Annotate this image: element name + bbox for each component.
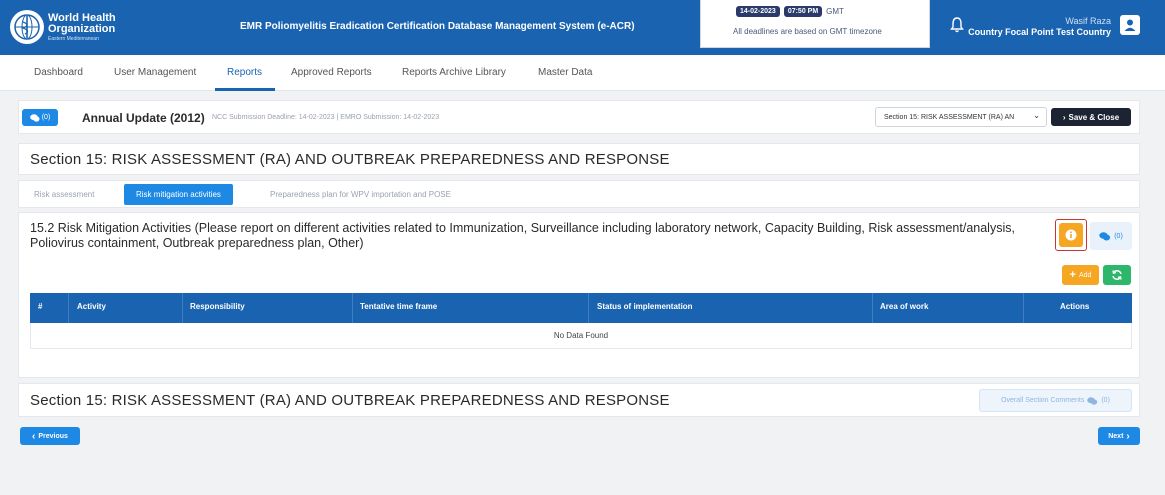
next-button[interactable]: Next › [1098,427,1140,445]
column-header-responsibility: Responsibility [190,302,245,311]
info-button-highlight [1055,219,1087,251]
chevron-right-icon: › [1126,430,1130,442]
previous-label: Previous [38,432,68,440]
chevron-right-icon: › [1062,112,1066,122]
chevron-down-icon: ⌄ [1033,111,1040,120]
avatar[interactable] [1120,15,1140,35]
section-footer-title: Section 15: RISK ASSESSMENT (RA) AND OUT… [30,392,670,409]
column-header-number: # [38,302,43,311]
report-comment-count: (0) [41,114,51,121]
activities-table-empty-row: No Data Found [30,323,1132,349]
save-close-button[interactable]: › Save & Close [1051,108,1131,126]
overall-section-comments-button[interactable]: Overall Section Comments (0) [979,389,1132,412]
user-name: Wasif Raza [1065,16,1111,26]
section-title: Section 15: RISK ASSESSMENT (RA) AND OUT… [30,151,670,168]
deadline-note: All deadlines are based on GMT timezone [733,27,882,36]
tab-risk-assessment[interactable]: Risk assessment [34,184,94,205]
bell-icon[interactable] [948,16,966,34]
add-label: Add [1078,271,1092,279]
nav-item-approved-reports[interactable]: Approved Reports [291,67,372,78]
plus-icon: + [1069,269,1076,281]
section-select[interactable]: Section 15: RISK ASSESSMENT (RA) AN ⌄ [875,107,1047,127]
column-header-status: Status of implementation [597,302,693,311]
column-header-actions: Actions [1060,302,1090,311]
time-panel: 14-02-2023 07:50 PM GMT All deadlines ar… [700,0,930,48]
tab-preparedness-plan[interactable]: Preparedness plan for WPV importation an… [270,184,451,205]
nav-item-master-data[interactable]: Master Data [538,67,592,78]
next-label: Next [1108,432,1124,440]
nav-item-dashboard[interactable]: Dashboard [34,67,83,78]
chevron-left-icon: ‹ [32,430,36,442]
question-comments-button[interactable]: (0) [1090,222,1132,250]
previous-button[interactable]: ‹ Previous [20,427,80,445]
add-button[interactable]: + Add [1062,265,1099,285]
column-divider [182,293,183,323]
column-header-time-frame: Tentative time frame [360,302,438,311]
column-header-activity: Activity [77,302,106,311]
question-text: 15.2 Risk Mitigation Activities (Please … [30,221,1015,250]
user-role: Country Focal Point Test Country [968,27,1111,37]
info-button[interactable] [1059,223,1083,247]
empty-message: No Data Found [553,331,609,340]
app-header: World Health Organization Eastern Medite… [0,0,1165,55]
question-comment-count: (0) [1114,232,1123,240]
logo-line3: Eastern Mediterranean [48,35,99,42]
tab-risk-mitigation-activities[interactable]: Risk mitigation activities [124,184,233,205]
nav-item-reports-archive[interactable]: Reports Archive Library [402,67,506,78]
column-divider [1023,293,1024,323]
save-close-label: Save & Close [1068,112,1120,122]
nav-active-indicator [215,88,275,91]
overall-comment-count: (0) [1101,397,1110,404]
chat-icon [29,113,40,122]
nav-item-reports[interactable]: Reports [227,67,262,78]
logo-line1: World Health [48,11,116,24]
user-icon [1124,19,1136,31]
column-divider [352,293,353,323]
report-comments-button[interactable]: (0) [22,109,58,126]
report-title: Annual Update (2012) [82,111,205,125]
time-pill: 07:50 PM [783,6,823,17]
who-logo[interactable]: World Health Organization Eastern Medite… [10,9,120,45]
chat-icon [1087,396,1098,405]
activities-table-header: # Activity Responsibility Tentative time… [30,293,1132,323]
timezone-label: GMT [826,7,844,16]
report-deadlines: NCC Submission Deadline: 14-02-2023 | EM… [212,114,440,121]
who-emblem-icon [10,10,44,44]
column-header-area-of-work: Area of work [880,302,929,311]
refresh-icon [1112,270,1122,280]
nav-item-user-management[interactable]: User Management [114,67,196,78]
main-nav: Dashboard User Management Reports Approv… [0,55,1165,91]
logo-line2: Organization [48,22,116,35]
column-divider [68,293,69,323]
chat-icon [1099,231,1111,240]
app-title: EMR Poliomyelitis Eradication Certificat… [240,21,635,32]
section-select-value: Section 15: RISK ASSESSMENT (RA) AN [884,113,1015,121]
column-divider [588,293,589,323]
info-icon [1065,229,1077,241]
date-pill: 14-02-2023 [736,6,780,17]
refresh-button[interactable] [1103,265,1131,285]
overall-comments-label: Overall Section Comments [1001,397,1085,404]
column-divider [872,293,873,323]
